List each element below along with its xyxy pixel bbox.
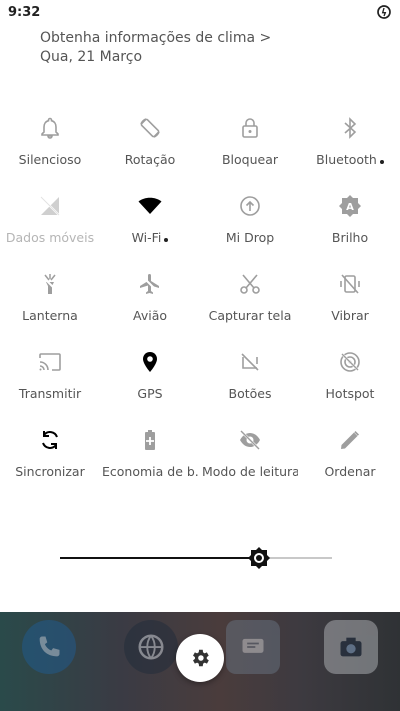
tile-label-text: Vibrar [331,308,369,323]
tile-label-text: Transmitir [18,386,82,401]
tile-label: Botões [202,386,298,401]
svg-text:A: A [346,202,354,213]
tile-brilho[interactable]: A Brilho [300,188,400,266]
tile-vibrar[interactable]: Vibrar [300,266,400,344]
weather-info-link[interactable]: Obtenha informações de clima > [40,30,271,46]
tile-label: Lanterna [2,308,98,323]
tile-silencioso[interactable]: Silencioso [0,110,100,188]
tile-label-text: Modo de leitura [202,464,298,479]
tile-ordenar[interactable]: Ordenar [300,422,400,500]
tile-label: Bluetooth [302,152,398,167]
indicator-dot [379,160,384,164]
data-saver-icon [376,4,392,20]
tile-gps[interactable]: GPS [100,344,200,422]
tile-capturar-tela[interactable]: Capturar tela [200,266,300,344]
brightness-auto-icon: A [338,194,362,218]
tile-label-text: Dados móveis [5,230,95,245]
tile-transmitir[interactable]: Transmitir [0,344,100,422]
tile-label-text: Brilho [331,230,369,245]
tile-modo-de-leitura[interactable]: Modo de leitura [200,422,300,500]
wifi-icon [138,194,162,218]
date-text: Qua, 21 Março [40,49,143,65]
tile-label: Brilho [302,230,398,245]
browser-icon[interactable] [124,620,178,674]
messages-icon[interactable] [226,620,280,674]
vibrate-icon [338,272,362,296]
tile-label: Capturar tela [202,308,298,323]
flashlight-icon [38,272,62,296]
settings-button[interactable] [176,634,224,682]
tile-label-text: Silencioso [18,152,82,167]
tile-economia-de-b[interactable]: Economia de b.. [100,422,200,500]
tile-rota-o[interactable]: Rotação [100,110,200,188]
tile-label-text: Botões [228,386,272,401]
tile-label: Hotspot [302,386,398,401]
tile-label: Vibrar [302,308,398,323]
tile-label-text: Mi Drop [225,230,275,245]
tile-label-text: Avião [133,308,167,323]
tile-label-text: Sincronizar [15,464,85,479]
tile-avi-o[interactable]: Avião [100,266,200,344]
bell-icon [38,116,62,140]
tile-bloquear[interactable]: Bloquear [200,110,300,188]
tile-label: Wi-Fi [102,230,198,245]
tile-label-text: Wi-Fi [131,230,162,245]
tile-label-text: GPS [137,386,163,401]
quick-settings-grid: Silencioso Rotação Bloquear Bluetooth Dados … [0,110,400,500]
bluetooth-icon [338,116,362,140]
gear-icon [193,649,209,667]
battery-saver-icon [138,428,162,452]
tile-label-text: Rotação [124,152,176,167]
tile-label: Mi Drop [202,230,298,245]
tile-label: Rotação [102,152,198,167]
tile-label: Modo de leitura [202,464,298,479]
tile-hotspot[interactable]: Hotspot [300,344,400,422]
tile-lanterna[interactable]: Lanterna [0,266,100,344]
tile-label: Economia de b.. [102,464,198,479]
tile-label: GPS [102,386,198,401]
phone-icon[interactable] [22,620,76,674]
tile-label-text: Bloquear [221,152,279,167]
brightness-thumb-icon[interactable] [247,546,271,570]
tile-label: Sincronizar [2,464,98,479]
mobile-data-off-icon [38,194,62,218]
tile-label: Bloquear [202,152,298,167]
tile-label-text: Hotspot [325,386,375,401]
scissors-icon [238,272,262,296]
status-bar: 9:32 [0,0,400,24]
tile-label-text: Economia de b.. [102,464,198,479]
tile-label: Ordenar [302,464,398,479]
tile-label: Dados móveis [2,230,98,245]
brightness-track-filled [60,557,259,559]
buttons-icon [238,350,262,374]
airplane-icon [138,272,162,296]
camera-icon[interactable] [324,620,378,674]
cast-icon [38,350,62,374]
tile-bot-es[interactable]: Botões [200,344,300,422]
tile-label: Avião [102,308,198,323]
mi-drop-icon [238,194,262,218]
tile-label-text: Capturar tela [208,308,292,323]
tile-bluetooth[interactable]: Bluetooth [300,110,400,188]
indicator-dot [164,238,169,242]
eye-off-icon [238,428,262,452]
sync-icon [38,428,62,452]
tile-mi-drop[interactable]: Mi Drop [200,188,300,266]
tile-dados-m-veis[interactable]: Dados móveis [0,188,100,266]
pencil-icon [338,428,362,452]
tile-label-text: Ordenar [324,464,376,479]
tile-label-text: Lanterna [22,308,78,323]
tile-label-text: Bluetooth [316,152,377,167]
tile-label: Silencioso [2,152,98,167]
tile-label: Transmitir [2,386,98,401]
tile-wi-fi[interactable]: Wi-Fi [100,188,200,266]
rotation-icon [138,116,162,140]
tile-sincronizar[interactable]: Sincronizar [0,422,100,500]
lock-icon [238,116,262,140]
status-time: 9:32 [8,4,41,20]
hotspot-icon [338,350,362,374]
brightness-slider[interactable] [60,546,332,570]
location-pin-icon [138,350,162,374]
